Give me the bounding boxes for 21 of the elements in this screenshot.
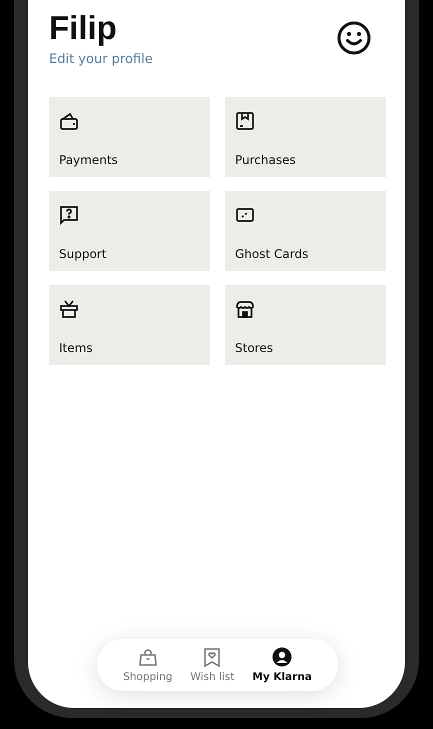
heart-bookmark-icon [202,647,222,667]
nav-tab[interactable]: My Klarna [252,647,312,683]
menu-tile[interactable]: Stores [225,285,386,365]
shopping-bag-icon [138,647,158,667]
menu-tile[interactable]: Ghost Cards [225,191,386,271]
gift-icon [59,299,79,319]
user-avatar-icon [272,647,292,667]
nav-tab[interactable]: Wish list [190,647,234,683]
help-bubble-icon [59,205,79,225]
wallet-icon [59,111,79,131]
store-icon [235,299,255,319]
edit-profile-link[interactable]: Edit your profile [49,52,153,67]
package-icon [235,111,255,131]
menu-tile[interactable]: Purchases [225,97,386,177]
profile-name: Filip [49,8,118,48]
nav-tab[interactable]: Shopping [123,647,172,683]
menu-tile[interactable]: Payments [49,97,210,177]
card-icon [235,205,255,225]
menu-tile[interactable]: Items [49,285,210,365]
menu-tile[interactable]: Support [49,191,210,271]
smiley-face-icon[interactable] [337,21,371,55]
